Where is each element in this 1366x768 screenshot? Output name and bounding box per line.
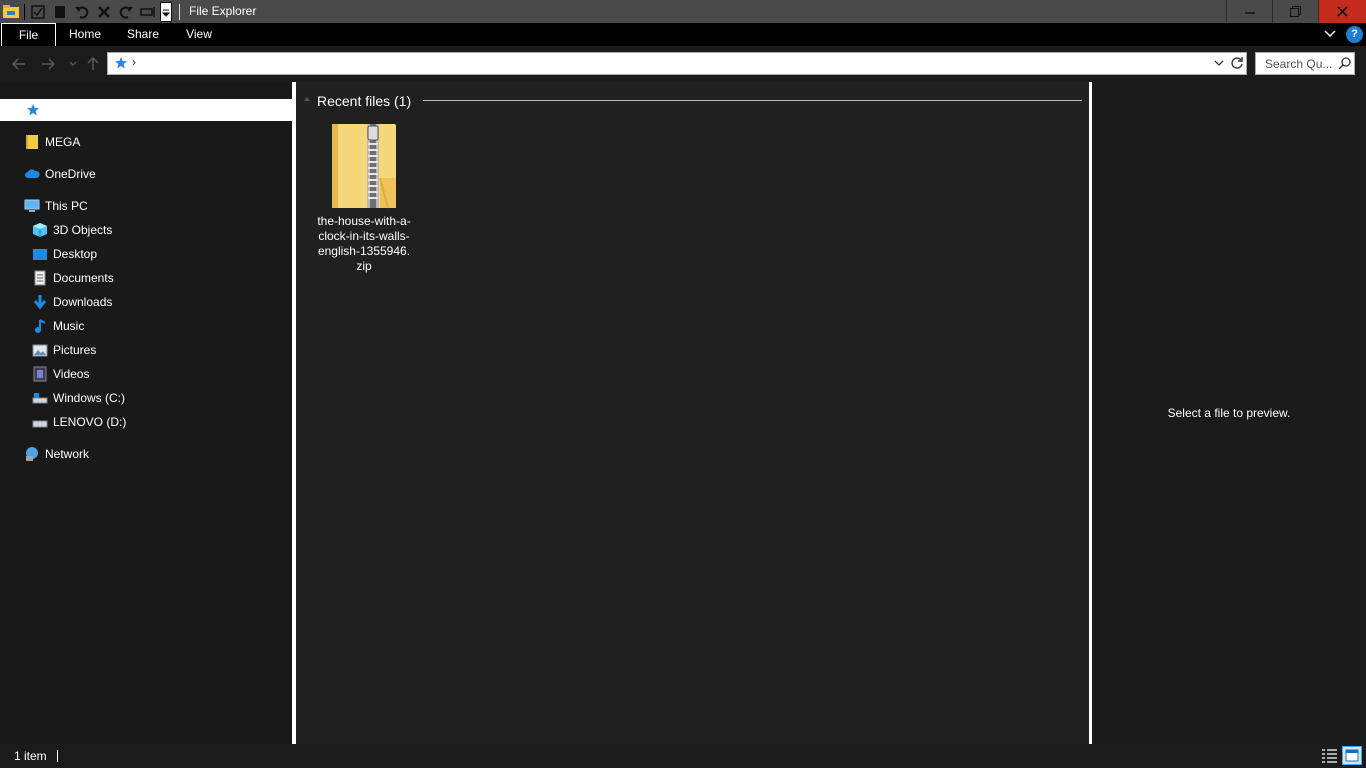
star-icon [25,102,41,118]
restore-button[interactable] [1272,0,1318,23]
expand-ribbon-chevron-icon[interactable] [1323,27,1341,43]
nav-item-label: Music [53,319,85,333]
back-arrow-icon[interactable] [10,55,28,73]
file-list-area: Recent files (1) the-house-with-a-clock-… [296,82,1089,744]
desktop-icon [32,246,48,262]
nav-item-mega[interactable]: MEGA [0,131,292,153]
search-placeholder: Search Qu... [1265,57,1333,71]
toolbar-separator [179,3,180,20]
computer-icon [24,198,40,214]
document-icon [32,270,48,286]
tab-file[interactable]: File [1,23,56,46]
tab-home[interactable]: Home [60,23,110,46]
nav-item-label: Windows (C:) [53,391,126,405]
status-separator [57,750,58,762]
breadcrumb-chevron-icon[interactable]: › [132,55,136,69]
group-header-recent-files[interactable]: Recent files (1) [317,93,411,109]
nav-item-label: Network [45,447,90,461]
video-icon [32,366,48,382]
title-bar: File Explorer [0,0,1366,23]
status-bar: 1 item [0,744,1366,768]
properties-icon[interactable] [27,0,49,23]
search-icon[interactable] [1338,57,1351,70]
nav-item-label: Desktop [53,247,98,261]
tab-view[interactable]: View [176,23,222,46]
close-button[interactable] [1318,0,1366,23]
navigation-pane: Quick access MEGA OneDrive This PC 3D Ob… [0,82,292,744]
help-icon[interactable]: ? [1346,26,1363,43]
cloud-icon [24,166,40,182]
large-icons-view-icon[interactable] [1342,746,1362,765]
explorer-app-icon[interactable] [0,0,22,23]
nav-item-label: 3D Objects [53,223,113,237]
window-title: File Explorer [189,4,257,18]
nav-item-label: Quick access [45,103,117,117]
nav-item-label: Pictures [53,343,97,357]
refresh-icon[interactable] [1230,56,1246,72]
nav-item-windows-c[interactable]: Windows (C:) [0,387,292,409]
nav-item-videos[interactable]: Videos [0,363,292,385]
nav-item-music[interactable]: Music [0,315,292,337]
nav-item-label: This PC [45,199,88,213]
music-icon [32,318,48,334]
redo-icon[interactable] [115,0,137,23]
nav-item-this-pc[interactable]: This PC [0,195,292,217]
nav-item-documents[interactable]: Documents [0,267,292,289]
address-dropdown-chevron-icon[interactable] [1213,57,1227,71]
search-box[interactable]: Search Qu... [1255,52,1355,75]
details-view-icon[interactable] [1321,748,1338,763]
nav-item-downloads[interactable]: Downloads [0,291,292,313]
nav-item-desktop[interactable]: Desktop [0,243,292,265]
picture-icon [32,342,48,358]
nav-item-label: LENOVO (D:) [53,415,127,429]
drive-icon [32,414,48,430]
zip-folder-icon [328,122,400,210]
collapse-group-chevron-icon[interactable] [304,97,310,101]
quick-access-star-icon [114,56,128,70]
download-icon [32,294,48,310]
tab-share[interactable]: Share [118,23,168,46]
nav-item-label: Documents [53,271,114,285]
up-arrow-icon[interactable] [84,55,102,73]
item-count: 1 item [14,749,47,763]
cube-icon [32,222,48,238]
nav-item-label: Downloads [53,295,113,309]
address-location-text: Quick access [148,56,220,70]
ribbon-tabs: File Home Share View ? [0,23,1366,46]
network-icon [24,446,40,462]
undo-icon[interactable] [71,0,93,23]
nav-item-pictures[interactable]: Pictures [0,339,292,361]
nav-item-quick-access[interactable]: Quick access [0,99,292,121]
minimize-button[interactable] [1226,0,1272,23]
nav-item-lenovo-d[interactable]: LENOVO (D:) [0,411,292,433]
file-item[interactable]: the-house-with-a-clock-in-its-walls-engl… [316,120,412,280]
drive-icon [32,390,48,406]
nav-item-network[interactable]: Network [0,443,292,465]
preview-pane: Select a file to preview. [1092,82,1366,744]
forward-arrow-icon[interactable] [39,55,57,73]
nav-item-label: MEGA [45,135,81,149]
recent-locations-chevron-icon[interactable] [64,55,82,73]
customize-toolbar-icon[interactable] [159,0,173,23]
rename-icon[interactable] [137,0,159,23]
new-folder-icon[interactable] [49,0,71,23]
nav-item-label: Videos [53,367,90,381]
delete-icon[interactable] [93,0,115,23]
preview-message: Select a file to preview. [1167,406,1291,420]
toolbar-separator [24,3,25,20]
file-name: the-house-with-a-clock-in-its-walls-engl… [317,214,411,273]
folder-icon [24,134,40,150]
nav-item-onedrive[interactable]: OneDrive [0,163,292,185]
quick-access-toolbar [0,0,182,23]
address-bar[interactable]: › Quick access [107,52,1247,75]
group-header-divider [423,100,1082,101]
nav-item-label: OneDrive [45,167,96,181]
nav-item-3d-objects[interactable]: 3D Objects [0,219,292,241]
